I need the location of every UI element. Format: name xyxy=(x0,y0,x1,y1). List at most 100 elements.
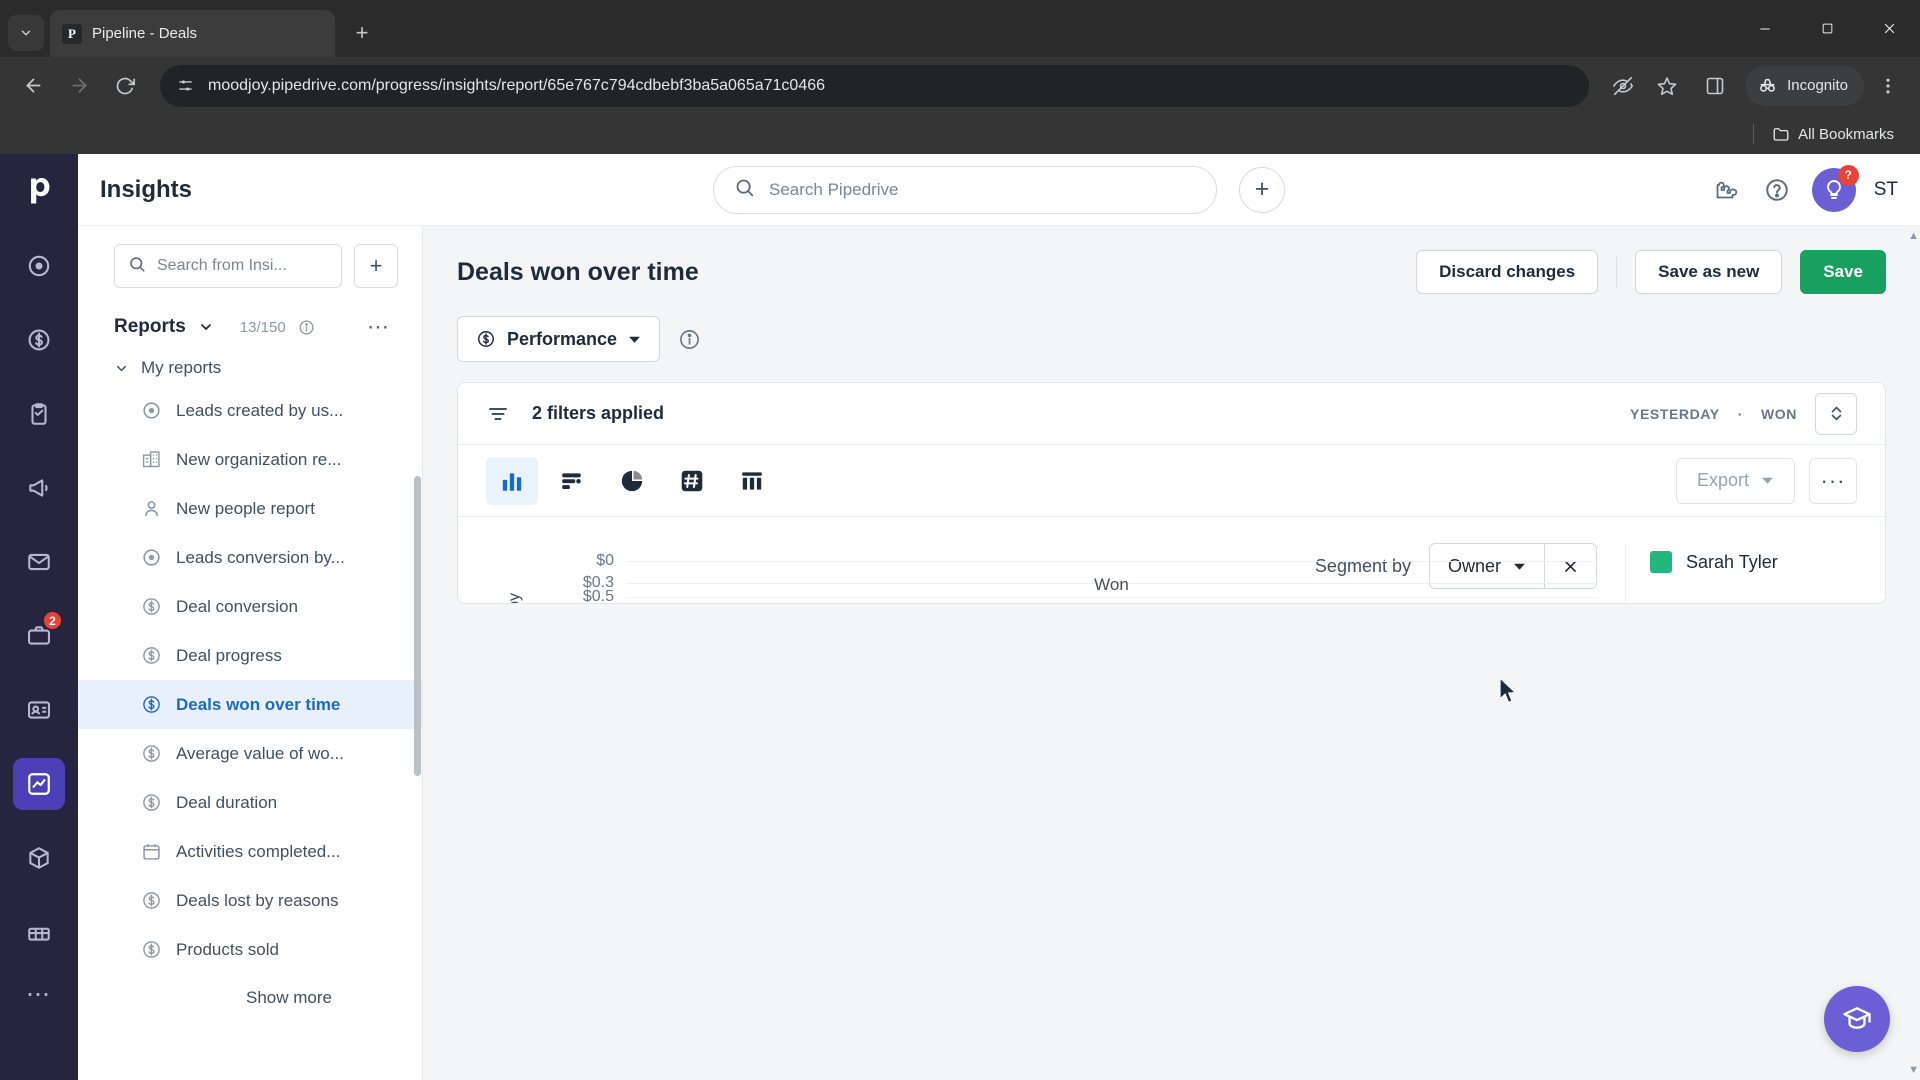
help-icon[interactable] xyxy=(1760,173,1794,207)
chevron-down-icon[interactable] xyxy=(198,319,214,335)
reports-more-icon[interactable]: ⋯ xyxy=(367,314,390,340)
filter-period: YESTERDAY xyxy=(1630,405,1720,422)
viz-toolbar-right: Export ··· xyxy=(1675,457,1857,504)
avatar[interactable]: ST xyxy=(1874,179,1898,201)
sidebar-item-average-value-of-wo[interactable]: Average value of wo... xyxy=(78,729,422,778)
sidebar-item-deals-lost-by-reasons[interactable]: Deals lost by reasons xyxy=(78,876,422,925)
sidebar-item-label: Leads conversion by... xyxy=(176,547,345,567)
discard-changes-button[interactable]: Discard changes xyxy=(1416,250,1599,294)
rail-item-insights[interactable] xyxy=(13,758,65,810)
x-axis-tick: Won xyxy=(1094,575,1129,594)
pie-chart-icon[interactable] xyxy=(606,457,658,505)
sidebar-item-label: Products sold xyxy=(176,939,279,959)
site-settings-icon[interactable] xyxy=(176,77,194,95)
sort-toggle-button[interactable] xyxy=(1815,392,1857,435)
sidebar-search[interactable] xyxy=(114,244,342,288)
chrome-menu-icon[interactable] xyxy=(1868,66,1908,106)
target-icon xyxy=(140,400,162,422)
sidebar-item-deal-duration[interactable]: Deal duration xyxy=(78,778,422,827)
quick-add-button[interactable]: + xyxy=(1239,166,1285,213)
save-button[interactable]: Save xyxy=(1800,250,1886,294)
forward-button[interactable] xyxy=(58,65,100,107)
tracking-protection-icon[interactable] xyxy=(1603,66,1643,106)
filters-applied-label[interactable]: 2 filters applied xyxy=(532,403,664,424)
deal-icon xyxy=(140,890,162,912)
sidebar-item-leads-created-by-us[interactable]: Leads created by us... xyxy=(78,386,422,435)
sidebar-item-activities-completed[interactable]: Activities completed... xyxy=(78,827,422,876)
maximize-window-icon[interactable] xyxy=(1796,0,1858,57)
export-button[interactable]: Export xyxy=(1675,457,1795,504)
legend-item[interactable]: Sarah Tyler xyxy=(1650,551,1885,573)
info-circle-icon[interactable] xyxy=(678,328,701,351)
page-title: Insights xyxy=(100,175,193,203)
close-tab-icon[interactable] xyxy=(301,23,323,45)
show-more-reports-button[interactable]: Show more xyxy=(78,974,422,1008)
rail-item-contacts[interactable] xyxy=(13,684,65,736)
address-bar[interactable]: moodjoy.pipedrive.com/progress/insights/… xyxy=(160,64,1590,107)
url-text: moodjoy.pipedrive.com/progress/insights/… xyxy=(208,76,826,94)
rail-item-campaigns[interactable] xyxy=(13,462,65,514)
rail-item-activities[interactable] xyxy=(13,388,65,440)
info-circle-icon[interactable] xyxy=(298,319,315,336)
main-scroll-up-arrow[interactable]: ▲ xyxy=(1908,230,1919,242)
bar-chart-icon[interactable] xyxy=(546,457,598,505)
sidebar-item-leads-conversion-by[interactable]: Leads conversion by... xyxy=(78,533,422,582)
rail-item-marketplace[interactable] xyxy=(13,906,65,958)
tab-search-chevron-down-icon[interactable] xyxy=(8,15,44,51)
learning-center-button[interactable] xyxy=(1824,986,1890,1052)
back-button[interactable] xyxy=(12,65,54,107)
chart-area: Segment by Owner $0 $0.3 $0.5 Won Sarah … xyxy=(458,517,1885,603)
close-window-icon[interactable] xyxy=(1858,0,1920,57)
segment-select[interactable]: Owner xyxy=(1430,544,1544,588)
deal-icon xyxy=(140,694,162,716)
bookmark-star-icon[interactable] xyxy=(1647,66,1687,106)
chart-more-options-icon[interactable]: ··· xyxy=(1809,457,1857,504)
apps-grid-icon[interactable] xyxy=(1708,173,1742,207)
sidebar-item-new-organization-re[interactable]: New organization re... xyxy=(78,435,422,484)
incognito-indicator[interactable]: Incognito xyxy=(1745,65,1864,106)
reports-count: 13/150 xyxy=(239,318,286,336)
rail-item-products[interactable] xyxy=(13,832,65,884)
sidebar-scrollbar[interactable] xyxy=(414,476,421,776)
sidebar-item-deals-won-over-time[interactable]: Deals won over time xyxy=(78,680,422,729)
column-chart-icon[interactable] xyxy=(486,456,538,505)
pipedrive-favicon-icon: P xyxy=(62,23,82,44)
browser-window: P Pipeline - Deals + moodjoy.pipedrive.c… xyxy=(0,0,1920,1080)
search-input[interactable] xyxy=(769,179,1196,200)
new-tab-button[interactable]: + xyxy=(345,16,379,50)
global-search[interactable] xyxy=(713,165,1217,214)
rail-more-icon[interactable]: ⋯ xyxy=(26,980,52,1009)
report-type-select[interactable]: Performance xyxy=(457,316,661,362)
minimize-window-icon[interactable] xyxy=(1734,0,1796,57)
measure-by-label: Measure by xyxy=(506,593,524,603)
bookmarks-bar: All Bookmarks xyxy=(0,114,1920,154)
extensions-puzzle-icon[interactable] xyxy=(1695,66,1735,106)
pipedrive-logo-icon[interactable] xyxy=(16,168,62,214)
sidebar-item-new-people-report[interactable]: New people report xyxy=(78,484,422,533)
app-column: Insights + xyxy=(78,154,1920,1080)
main-scroll-down-arrow[interactable]: ▼ xyxy=(1908,1064,1919,1076)
filter-icon[interactable] xyxy=(486,402,510,426)
all-bookmarks-button[interactable]: All Bookmarks xyxy=(1764,121,1902,147)
rail-item-mail[interactable] xyxy=(13,536,65,588)
add-report-button[interactable]: + xyxy=(354,244,398,288)
sidebar-item-deal-conversion[interactable]: Deal conversion xyxy=(78,582,422,631)
reload-button[interactable] xyxy=(104,65,146,107)
chart-plot-column: Segment by Owner $0 $0.3 $0.5 Won xyxy=(458,543,1625,603)
save-as-new-button[interactable]: Save as new xyxy=(1635,250,1783,294)
person-icon xyxy=(140,498,162,520)
rail-item-projects[interactable]: 2 xyxy=(13,610,65,662)
clear-segment-icon[interactable] xyxy=(1544,544,1596,588)
reports-group-my-reports[interactable]: My reports xyxy=(78,350,422,386)
reports-label[interactable]: Reports xyxy=(114,316,186,338)
rail-item-deals[interactable] xyxy=(13,314,65,366)
table-icon[interactable] xyxy=(726,457,778,505)
whats-new-button[interactable]: ? xyxy=(1811,164,1859,212)
rail-item-leads[interactable] xyxy=(13,240,65,292)
sidebar-item-deal-progress[interactable]: Deal progress xyxy=(78,631,422,680)
sidebar-item-products-sold[interactable]: Products sold xyxy=(78,925,422,974)
browser-tab[interactable]: P Pipeline - Deals xyxy=(50,10,335,57)
sidebar-search-input[interactable] xyxy=(157,257,328,275)
number-icon[interactable] xyxy=(666,457,718,505)
whats-new-badge: ? xyxy=(1837,164,1859,186)
